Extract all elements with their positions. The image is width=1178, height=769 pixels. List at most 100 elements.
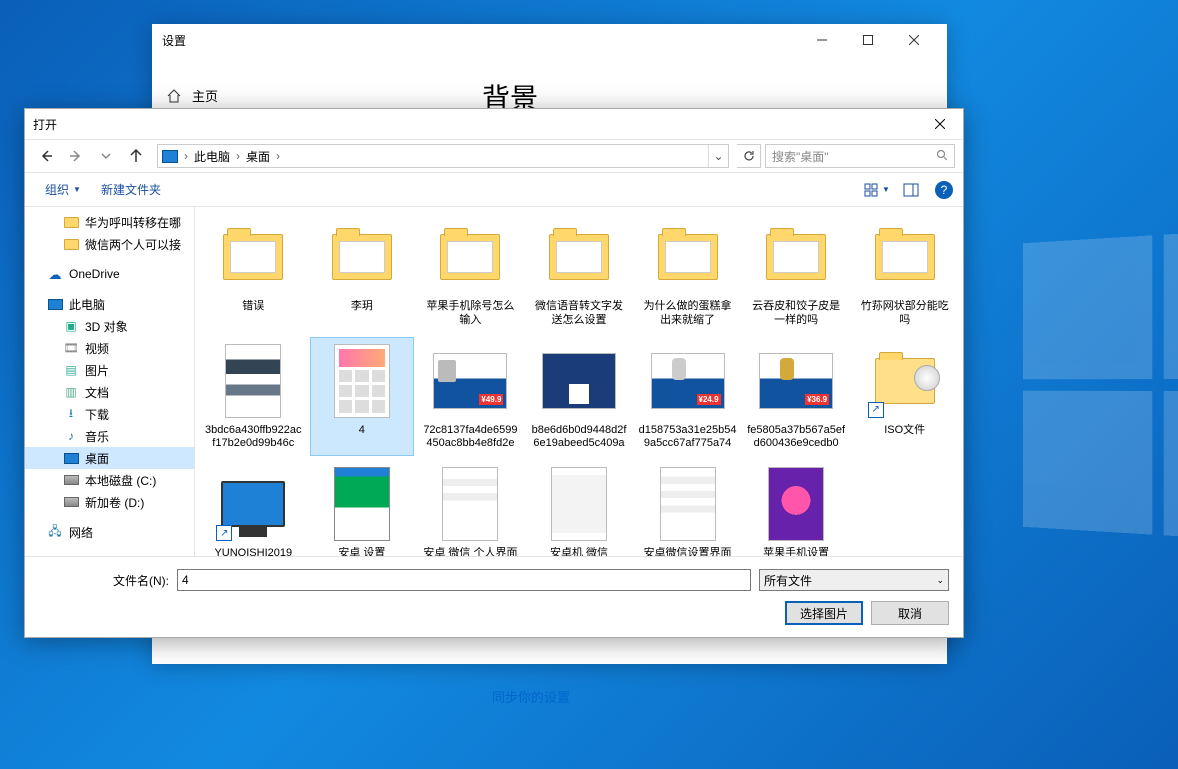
file-item-folder[interactable]: 李玥 bbox=[310, 213, 415, 333]
refresh-icon bbox=[743, 150, 755, 162]
tree-item-music[interactable]: ♪音乐 bbox=[25, 425, 194, 447]
file-item-folder-shortcut[interactable]: ↗ISO文件 bbox=[852, 337, 957, 457]
close-button[interactable] bbox=[891, 24, 937, 56]
chevron-down-icon: ⌄ bbox=[936, 575, 944, 586]
image-thumbnail bbox=[551, 467, 607, 541]
nav-recent-button[interactable] bbox=[93, 143, 119, 169]
file-item-folder[interactable]: 微信语音转文字发送怎么设置 bbox=[527, 213, 632, 333]
network-icon: 🖧 bbox=[47, 525, 63, 539]
choose-image-button[interactable]: 选择图片 bbox=[785, 601, 863, 625]
folder-icon bbox=[223, 234, 283, 280]
file-item-image[interactable]: ¥24.9d158753a31e25b549a5cc67af775a74 bbox=[635, 337, 740, 457]
view-mode-button[interactable]: ▼ bbox=[861, 177, 893, 203]
minimize-button[interactable] bbox=[799, 24, 845, 56]
shortcut-icon: ↗ bbox=[868, 402, 884, 418]
file-list: 错误 李玥 苹果手机除号怎么输入 微信语音转文字发送怎么设置 为什么做的蛋糕拿出… bbox=[195, 207, 963, 556]
file-item-folder[interactable]: 为什么做的蛋糕拿出来就缩了 bbox=[635, 213, 740, 333]
settings-home-label: 主页 bbox=[192, 86, 218, 105]
cloud-icon: ☁ bbox=[47, 267, 63, 281]
nav-forward-button[interactable] bbox=[63, 143, 89, 169]
breadcrumb-dropdown[interactable]: ⌄ bbox=[708, 145, 728, 167]
search-input[interactable]: 搜索"桌面" bbox=[765, 144, 955, 168]
preview-pane-button[interactable] bbox=[895, 177, 927, 203]
file-item-image[interactable]: ¥49.972c8137fa4de6599450ac8bb4e8fd2e bbox=[418, 337, 523, 457]
file-item-image[interactable]: 安卓 设置 bbox=[310, 460, 415, 556]
file-item-image[interactable]: 安卓微信设置界面 bbox=[635, 460, 740, 556]
tree-item-3dobjects[interactable]: ▣3D 对象 bbox=[25, 315, 194, 337]
arrow-right-icon bbox=[69, 149, 83, 163]
chevron-down-icon: ▼ bbox=[882, 185, 890, 194]
folder-icon bbox=[549, 234, 609, 280]
arrow-up-icon bbox=[129, 149, 143, 163]
tree-item-thispc[interactable]: 此电脑 bbox=[25, 293, 194, 315]
chevron-right-icon: › bbox=[234, 149, 242, 163]
image-thumbnail bbox=[768, 467, 824, 541]
breadcrumb-thispc[interactable]: 此电脑 bbox=[190, 148, 234, 165]
file-item-image[interactable]: 安卓 微信 个人界面 bbox=[418, 460, 523, 556]
music-icon: ♪ bbox=[63, 429, 79, 443]
disk-icon bbox=[64, 475, 79, 485]
tree-item-videos[interactable]: 🎞视频 bbox=[25, 337, 194, 359]
image-thumbnail bbox=[542, 353, 616, 409]
breadcrumb-desktop[interactable]: 桌面 bbox=[242, 148, 274, 165]
file-item-image[interactable]: 苹果手机设置 bbox=[744, 460, 849, 556]
tree-item-disk-d[interactable]: 新加卷 (D:) bbox=[25, 491, 194, 513]
folder-icon bbox=[332, 234, 392, 280]
cube-icon: ▣ bbox=[63, 319, 79, 333]
file-item-folder[interactable]: 竹荪网状部分能吃吗 bbox=[852, 213, 957, 333]
nav-back-button[interactable] bbox=[33, 143, 59, 169]
tree-item-onedrive[interactable]: ☁OneDrive bbox=[25, 263, 194, 285]
settings-sync-link[interactable]: 同步你的设置 bbox=[492, 687, 570, 706]
document-icon: ▥ bbox=[63, 385, 79, 399]
tree-item-folder[interactable]: 微信两个人可以接 bbox=[25, 233, 194, 255]
file-item-image[interactable]: 安卓机 微信 bbox=[527, 460, 632, 556]
monitor-icon bbox=[221, 481, 285, 527]
chevron-down-icon: ▼ bbox=[73, 185, 81, 194]
close-icon bbox=[935, 119, 945, 129]
file-item-image[interactable]: b8e6d6b0d9448d2f6e19abeed5c409a bbox=[527, 337, 632, 457]
help-button[interactable]: ? bbox=[935, 181, 953, 199]
file-item-image-selected[interactable]: 4 bbox=[310, 337, 415, 457]
folder-icon bbox=[875, 358, 935, 404]
image-icon: ▤ bbox=[63, 363, 79, 377]
file-type-filter[interactable]: 所有文件 ⌄ bbox=[759, 569, 949, 591]
image-thumbnail bbox=[225, 344, 281, 418]
image-thumbnail: ¥24.9 bbox=[651, 353, 725, 409]
film-icon: 🎞 bbox=[63, 341, 79, 355]
cancel-button[interactable]: 取消 bbox=[871, 601, 949, 625]
filename-label: 文件名(N): bbox=[39, 572, 169, 589]
new-folder-button[interactable]: 新建文件夹 bbox=[91, 177, 171, 202]
tree-item-documents[interactable]: ▥文档 bbox=[25, 381, 194, 403]
download-icon: ⭳ bbox=[63, 407, 79, 421]
maximize-button[interactable] bbox=[845, 24, 891, 56]
chevron-right-icon: › bbox=[274, 149, 282, 163]
refresh-button[interactable] bbox=[737, 144, 761, 168]
file-item-shortcut[interactable]: ↗YUNQISHI2019 bbox=[201, 460, 306, 556]
tree-item-desktop[interactable]: 桌面 bbox=[25, 447, 194, 469]
file-item-image[interactable]: 3bdc6a430ffb922acf17b2e0d99b46c bbox=[201, 337, 306, 457]
file-item-folder[interactable]: 苹果手机除号怎么输入 bbox=[418, 213, 523, 333]
image-thumbnail bbox=[334, 344, 390, 418]
file-item-folder[interactable]: 错误 bbox=[201, 213, 306, 333]
tree-item-folder[interactable]: 华为呼叫转移在哪 bbox=[25, 211, 194, 233]
tree-item-network[interactable]: 🖧网络 bbox=[25, 521, 194, 543]
desktop-icon bbox=[64, 453, 79, 464]
settings-title: 设置 bbox=[162, 32, 799, 49]
tree-item-pictures[interactable]: ▤图片 bbox=[25, 359, 194, 381]
image-thumbnail: ¥36.9 bbox=[759, 353, 833, 409]
file-open-dialog: 打开 › 此电脑 › 桌面 › ⌄ 搜索 bbox=[24, 108, 964, 638]
grid-icon bbox=[864, 183, 880, 197]
image-thumbnail bbox=[660, 467, 716, 541]
folder-icon bbox=[875, 234, 935, 280]
tree-item-disk-c[interactable]: 本地磁盘 (C:) bbox=[25, 469, 194, 491]
dialog-close-button[interactable] bbox=[925, 109, 955, 139]
file-item-image[interactable]: ¥36.9fe5805a37b567a5efd600436e9cedb0 bbox=[744, 337, 849, 457]
tree-item-downloads[interactable]: ⭳下载 bbox=[25, 403, 194, 425]
dialog-title: 打开 bbox=[33, 116, 925, 133]
breadcrumb[interactable]: › 此电脑 › 桌面 › ⌄ bbox=[157, 144, 729, 168]
organize-button[interactable]: 组织 ▼ bbox=[35, 177, 91, 202]
filename-input[interactable] bbox=[177, 569, 751, 591]
file-item-folder[interactable]: 云吞皮和饺子皮是一样的吗 bbox=[744, 213, 849, 333]
search-placeholder: 搜索"桌面" bbox=[772, 148, 829, 165]
nav-up-button[interactable] bbox=[123, 143, 149, 169]
